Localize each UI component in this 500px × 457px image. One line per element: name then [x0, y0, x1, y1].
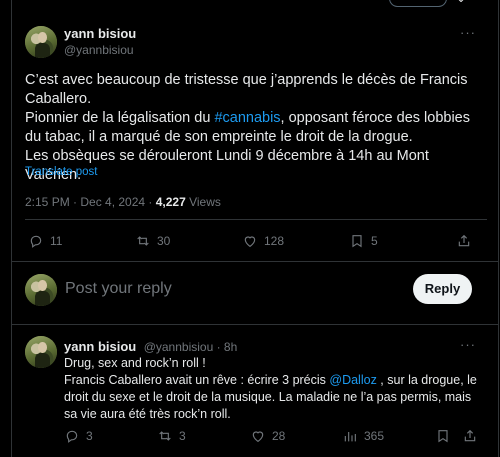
- reply-reply-action[interactable]: 3: [64, 428, 93, 444]
- reply-display-name[interactable]: yann bisiou: [64, 339, 136, 354]
- user-handle[interactable]: @yannbisiou: [64, 43, 134, 57]
- bookmark-icon: [352, 235, 362, 248]
- reply-share-action[interactable]: [462, 428, 478, 444]
- share-icon: [464, 429, 476, 442]
- reply-icon: [30, 235, 42, 248]
- repost-count: 30: [157, 234, 171, 248]
- display-name[interactable]: yann bisiou: [64, 26, 136, 41]
- reply-button[interactable]: Reply: [413, 274, 472, 304]
- post-line-1: C’est avec beaucoup de tristesse que j’a…: [25, 72, 468, 107]
- reply-line-2-start: Francis Caballero avait un rêve : écrire…: [64, 373, 330, 387]
- reply-repost-action[interactable]: 3: [157, 428, 186, 444]
- more-icon[interactable]: ···: [460, 25, 476, 40]
- reply-count: 11: [50, 234, 63, 248]
- divider: [11, 324, 499, 325]
- bookmark-icon: [438, 430, 448, 443]
- avatar[interactable]: [25, 26, 57, 58]
- reply-views-count: 365: [364, 429, 385, 443]
- like-icon: [244, 236, 256, 248]
- reply-text: Drug, sex and rock’n roll ! Francis Caba…: [64, 355, 484, 423]
- views-count: 4,227: [155, 195, 186, 209]
- reply-input[interactable]: Post your reply: [65, 280, 172, 298]
- divider: [11, 261, 499, 262]
- post-line-2-start: Pionnier de la légalisation du: [25, 110, 215, 126]
- hashtag-link[interactable]: #cannabis: [214, 110, 280, 126]
- more-icon[interactable]: ···: [460, 337, 476, 352]
- composer-avatar[interactable]: [25, 274, 57, 306]
- repost-action[interactable]: 30: [135, 233, 170, 249]
- repost-icon: [159, 431, 171, 441]
- translate-link[interactable]: Translate post: [25, 166, 97, 178]
- post-time[interactable]: 2:15 PM · Dec 4, 2024 ·: [25, 195, 156, 209]
- mention-link[interactable]: @Dalloz: [329, 373, 376, 387]
- reply-views-action[interactable]: 365: [342, 428, 384, 444]
- reply-reply-count: 3: [86, 429, 93, 443]
- reply-avatar[interactable]: [25, 336, 57, 368]
- reply-repost-count: 3: [179, 429, 186, 443]
- post-meta: 2:15 PM · Dec 4, 2024 · 4,227 Views: [25, 195, 221, 209]
- repost-icon: [137, 236, 149, 246]
- views-icon: [344, 432, 356, 442]
- share-action[interactable]: [456, 233, 472, 249]
- reply-handle-time[interactable]: @yannbisiou · 8h: [144, 340, 238, 354]
- like-icon: [252, 431, 264, 443]
- bookmark-count: 5: [371, 234, 378, 248]
- reply-line-1: Drug, sex and rock’n roll !: [64, 356, 206, 370]
- reply-action[interactable]: 11: [28, 233, 62, 249]
- share-icon: [458, 234, 470, 247]
- like-action[interactable]: 128: [242, 233, 284, 249]
- bookmark-action[interactable]: 5: [349, 233, 378, 249]
- views-label: Views: [185, 195, 221, 209]
- column-border: [498, 0, 499, 457]
- chevron-down-icon[interactable]: ⌄: [456, 0, 466, 5]
- reply-like-count: 28: [272, 429, 286, 443]
- reply-header: yann bisiou @yannbisiou · 8h: [64, 338, 237, 356]
- reply-icon: [66, 430, 78, 443]
- follow-button-stub[interactable]: [389, 0, 447, 7]
- reply-bookmark-action[interactable]: [435, 428, 451, 444]
- like-count: 128: [264, 234, 285, 248]
- divider: [25, 219, 487, 220]
- reply-like-action[interactable]: 28: [250, 428, 285, 444]
